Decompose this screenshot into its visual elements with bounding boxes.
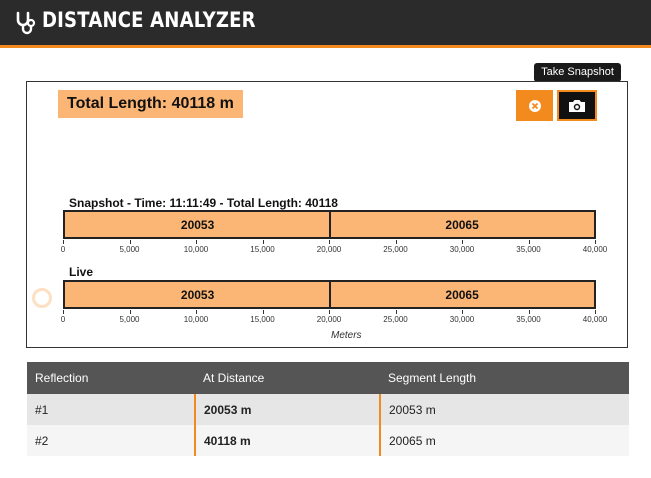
stethoscope-icon xyxy=(16,11,36,35)
segment-divider xyxy=(329,212,332,237)
take-snapshot-button[interactable] xyxy=(557,90,597,121)
axis-tick xyxy=(528,310,530,314)
reflection-cell: #1 xyxy=(27,394,195,425)
reflections-table: Reflection At Distance Segment Length #1… xyxy=(27,362,629,456)
live-indicator xyxy=(32,288,52,308)
col-at-distance-header: At Distance xyxy=(195,362,380,394)
col-segment-length-header: Segment Length xyxy=(380,362,629,394)
axis-tick xyxy=(595,310,596,314)
axis-tick xyxy=(196,310,197,314)
segment-label: 20053 xyxy=(180,218,215,232)
at-distance-cell: 20053 m xyxy=(194,394,381,425)
x-axis-label: Meters xyxy=(331,330,362,341)
snapshot-title: Snapshot - Time: 11:11:49 - Total Length… xyxy=(69,196,338,210)
tick-label: 25,000 xyxy=(383,245,408,254)
segment-label: 20065 xyxy=(445,218,479,232)
tick-label: 25,000 xyxy=(383,315,408,324)
tick-label: 40,000 xyxy=(582,245,608,254)
reflection-cell: #2 xyxy=(27,425,195,456)
clear-icon xyxy=(528,99,541,112)
segment-label: 20065 xyxy=(445,288,479,302)
tick-label: 35,000 xyxy=(516,315,541,324)
snapshot-axis: 0 5,000 10,000 15,000 20,000 25,000 30,000 35,0… xyxy=(60,240,607,254)
live-bar: 20053 20065 xyxy=(63,280,596,309)
tick-label: 10,000 xyxy=(183,315,209,324)
table-row[interactable]: #2 40118 m 20065 m xyxy=(27,425,629,456)
col-reflection-header: Reflection xyxy=(27,362,195,394)
segment-length-cell: 20065 m xyxy=(380,425,629,456)
snapshot-tooltip: Take Snapshot xyxy=(534,63,621,87)
at-distance-cell: 40118 m xyxy=(194,425,381,456)
camera-icon xyxy=(569,99,585,112)
app-title: DISTANCE ANALYZER xyxy=(42,8,256,32)
tick-label: 0 xyxy=(60,245,66,254)
total-length-badge: Total Length: 40118 m xyxy=(58,90,243,118)
table-header-row: Reflection At Distance Segment Length xyxy=(27,362,629,394)
tick-label: 15,000 xyxy=(250,245,275,254)
axis-tick xyxy=(129,240,131,244)
axis-tick xyxy=(129,310,131,314)
segment-label: 20053 xyxy=(180,288,215,302)
axis-tick xyxy=(462,240,463,244)
live-axis: 0 5,000 10,000 15,000 20,000 25,000 30,000 35,0… xyxy=(60,310,607,324)
live-title: Live xyxy=(69,265,94,279)
tick-label: 30,000 xyxy=(449,245,475,254)
segment-divider xyxy=(329,282,332,307)
axis-tick xyxy=(462,310,463,314)
clear-snapshot-button[interactable] xyxy=(516,90,553,121)
axis-tick xyxy=(262,310,264,314)
tick-label: 5,000 xyxy=(119,315,140,324)
segment-length-cell: 20053 m xyxy=(380,394,629,425)
axis-tick xyxy=(262,240,264,244)
app-header: DISTANCE ANALYZER xyxy=(0,0,651,48)
axis-tick xyxy=(196,240,197,244)
axis-tick xyxy=(528,240,530,244)
tick-label: 40,000 xyxy=(582,315,608,324)
axis-tick xyxy=(395,240,397,244)
tick-label: 20,000 xyxy=(316,315,342,324)
axis-tick xyxy=(63,240,64,244)
axis-tick xyxy=(595,240,596,244)
tick-label: 0 xyxy=(60,315,66,324)
tick-label: 30,000 xyxy=(449,315,475,324)
axis-tick xyxy=(329,240,330,244)
tick-label: 10,000 xyxy=(183,245,209,254)
tick-label: 20,000 xyxy=(316,245,342,254)
axis-tick xyxy=(329,310,330,314)
tick-label: 35,000 xyxy=(516,245,541,254)
axis-tick xyxy=(395,310,397,314)
tick-label: 5,000 xyxy=(119,245,140,254)
table-row[interactable]: #1 20053 m 20053 m xyxy=(27,394,629,425)
chart-panel: Total Length: 40118 m Snapshot - Time: 1… xyxy=(26,81,628,348)
snapshot-bar: 20053 20065 xyxy=(63,210,596,239)
axis-tick xyxy=(63,310,64,314)
tick-label: 15,000 xyxy=(250,315,275,324)
